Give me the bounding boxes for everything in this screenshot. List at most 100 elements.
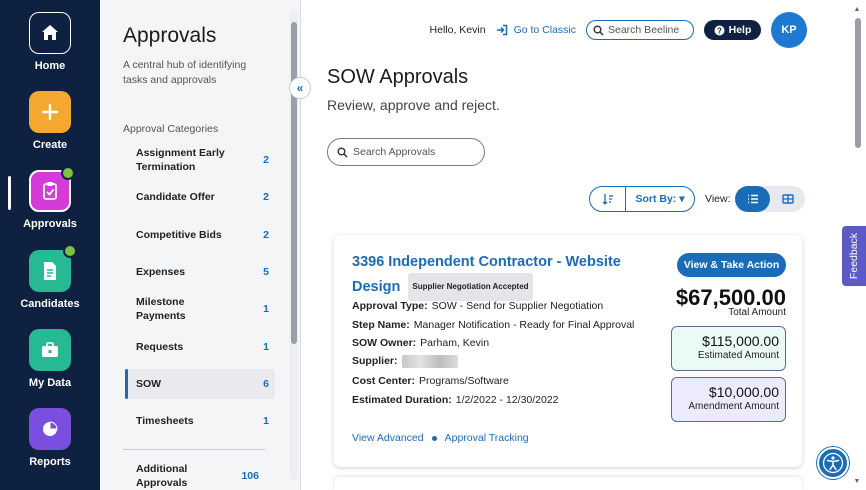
category-label: Competitive Bids — [136, 229, 222, 241]
amendment-amount-label: Amendment Amount — [688, 401, 779, 412]
go-to-classic-label: Go to Classic — [513, 24, 576, 36]
view-label: View: — [705, 193, 731, 205]
categories-heading: Approval Categories — [123, 123, 219, 135]
list-view-button[interactable] — [735, 186, 770, 212]
status-dot — [63, 244, 77, 258]
status-dot — [61, 166, 75, 180]
separator-dot — [431, 435, 437, 441]
field-label: Step Name: — [352, 319, 410, 331]
category-timesheets[interactable]: Timesheets 1 — [125, 411, 275, 431]
svg-text:?: ? — [717, 26, 722, 35]
category-label: Assignment Early Termination — [136, 147, 225, 173]
feedback-label: Feedback — [848, 232, 860, 280]
category-label: SOW — [136, 378, 162, 390]
field-label: Estimated Duration: — [352, 394, 452, 406]
nav-rail: Home Create Approvals Candidates My Data… — [0, 0, 100, 490]
scroll-up-arrow[interactable]: ▲ — [852, 6, 862, 13]
sort-by-dropdown[interactable]: Sort By: ▾ — [626, 193, 694, 205]
search-beeline-input[interactable]: Search Beeline — [586, 20, 694, 40]
page-title: SOW Approvals — [327, 66, 469, 88]
category-expenses[interactable]: Expenses 5 — [125, 262, 275, 282]
help-label: Help — [728, 24, 752, 36]
search-approvals-placeholder: Search Approvals — [353, 146, 436, 158]
rail-item-candidates[interactable]: Candidates — [0, 244, 100, 310]
category-assignment-early-termination[interactable]: Assignment Early Termination 2 — [125, 146, 275, 174]
redacted-value — [401, 355, 458, 368]
view-toggle — [735, 186, 805, 212]
top-bar: Hello, Kevin Go to Classic Search Beelin… — [430, 12, 852, 48]
category-count: 2 — [263, 229, 269, 241]
category-count: 2 — [263, 154, 269, 166]
search-icon — [593, 25, 604, 36]
pie-chart-icon — [29, 408, 71, 450]
view-advanced-link[interactable]: View Advanced — [352, 432, 424, 444]
panel-subtitle: A central hub of identifying tasks and a… — [123, 59, 247, 86]
main-scroll-thumb[interactable] — [855, 18, 861, 148]
home-icon — [29, 12, 71, 54]
rail-item-approvals[interactable]: Approvals — [0, 166, 100, 230]
rail-label: Home — [34, 60, 66, 72]
help-button[interactable]: ? Help — [704, 20, 761, 40]
estimated-amount: $115,000.00 — [702, 333, 779, 349]
field-step-name: Step Name: Manager Notification - Ready f… — [352, 319, 634, 331]
field-value: SOW - Send for Supplier Negotiation — [431, 300, 604, 312]
document-icon — [29, 244, 77, 292]
approval-tracking-link[interactable]: Approval Tracking — [445, 432, 529, 444]
rail-label: My Data — [28, 377, 72, 389]
category-additional-approvals[interactable]: Additional Approvals 106 — [125, 463, 265, 489]
category-sow[interactable]: SOW 6 — [125, 369, 275, 399]
category-competitive-bids[interactable]: Competitive Bids 2 — [125, 225, 275, 245]
category-panel: Approvals A central hub of identifying t… — [101, 0, 301, 490]
category-count: 2 — [263, 191, 269, 203]
clipboard-check-icon — [29, 166, 75, 212]
category-label: Candidate Offer — [136, 191, 215, 203]
category-label: Requests — [136, 341, 184, 353]
list-icon — [747, 194, 758, 204]
rail-label: Create — [32, 139, 68, 151]
category-label: Milestone Payments — [136, 296, 186, 322]
card-view-button[interactable] — [770, 186, 805, 212]
field-cost-center: Cost Center: Programs/Software — [352, 375, 509, 387]
feedback-tab[interactable]: Feedback — [842, 226, 866, 286]
search-approvals-input[interactable]: Search Approvals — [327, 138, 485, 166]
panel-title: Approvals — [123, 24, 217, 47]
category-candidate-offer[interactable]: Candidate Offer 2 — [125, 187, 275, 207]
search-icon — [337, 147, 348, 158]
total-amount-label: Total Amount — [728, 307, 786, 318]
category-count: 6 — [263, 378, 269, 390]
rail-label: Reports — [29, 456, 71, 468]
field-label: Cost Center: — [352, 375, 416, 387]
go-to-classic-link[interactable]: Go to Classic — [496, 24, 576, 36]
rail-item-create[interactable]: Create — [0, 91, 100, 151]
amendment-amount-box: $10,000.00 Amendment Amount — [671, 377, 786, 422]
view-take-action-button[interactable]: View & Take Action — [677, 253, 786, 277]
category-requests[interactable]: Requests 1 — [125, 337, 275, 357]
field-label: Supplier: — [352, 355, 398, 368]
sort-descending-icon — [602, 194, 613, 205]
rail-item-my-data[interactable]: My Data — [0, 329, 100, 389]
approval-card: 3396 Independent Contractor - Website De… — [334, 235, 802, 467]
next-card — [334, 477, 802, 490]
amendment-amount: $10,000.00 — [708, 384, 779, 400]
scroll-down-arrow[interactable]: ▼ — [852, 478, 862, 485]
grid-icon — [781, 194, 794, 204]
panel-scroll-thumb[interactable] — [291, 22, 297, 344]
accessibility-button[interactable] — [817, 447, 849, 479]
field-sow-owner: SOW Owner: Parham, Kevin — [352, 337, 489, 349]
sort-by-label: Sort By: — [635, 193, 677, 205]
category-label: Timesheets — [136, 415, 194, 427]
rail-item-home[interactable]: Home — [0, 12, 100, 72]
briefcase-icon — [29, 329, 71, 371]
field-label: Approval Type: — [352, 300, 428, 312]
avatar[interactable]: KP — [771, 12, 807, 48]
rail-item-reports[interactable]: Reports — [0, 408, 100, 468]
card-title[interactable]: 3396 Independent Contractor - Website De… — [352, 251, 632, 301]
main-content: Hello, Kevin Go to Classic Search Beelin… — [302, 0, 852, 490]
category-milestone-payments[interactable]: Milestone Payments 1 — [125, 296, 275, 322]
accessibility-icon — [822, 452, 844, 474]
category-label: Additional Approvals — [136, 463, 188, 489]
category-count: 1 — [263, 415, 269, 427]
category-count: 1 — [263, 341, 269, 353]
sort-order-button[interactable] — [590, 187, 626, 211]
estimated-amount-label: Estimated Amount — [697, 350, 779, 361]
